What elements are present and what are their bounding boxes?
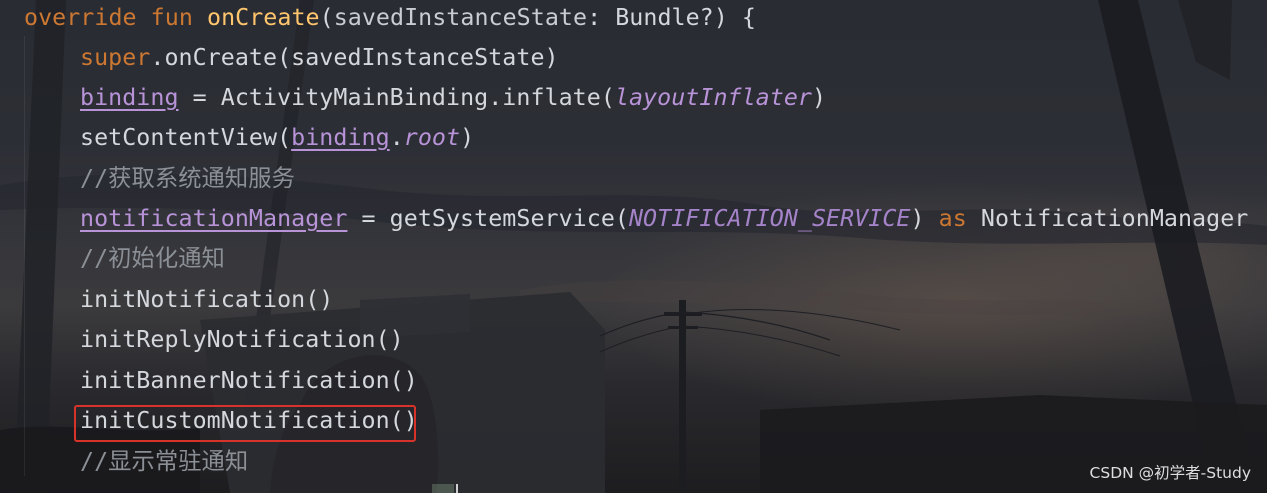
root-ref: root xyxy=(403,124,461,151)
parameter-name: savedInstanceState xyxy=(333,4,588,31)
keyword-override-fun: override fun xyxy=(24,4,207,31)
comment: //显示常驻通知 xyxy=(80,448,249,475)
paren-close: ) xyxy=(910,205,939,232)
comment: //获取系统通知服务 xyxy=(80,165,295,192)
code-editor[interactable]: override fun onCreate(savedInstanceState… xyxy=(0,0,1267,493)
init-notification-call: initNotification() xyxy=(80,286,334,313)
dot: . xyxy=(389,124,404,151)
init-reply-notification-call: initReplyNotification() xyxy=(80,326,404,353)
indent-guide xyxy=(24,36,25,476)
code-fold-marker[interactable] xyxy=(432,484,454,493)
red-highlight-box xyxy=(74,405,416,442)
comment: //初始化通知 xyxy=(80,245,225,272)
binding-property: binding xyxy=(80,84,179,111)
init-banner-notification-call: initBannerNotification() xyxy=(80,367,418,394)
watermark: CSDN @初学者-Study xyxy=(1089,464,1251,482)
super-call: .onCreate(savedInstanceState) xyxy=(150,44,559,71)
binding-property: binding xyxy=(291,124,390,151)
code-line-10[interactable]: initBannerNotification() xyxy=(80,361,418,401)
notification-manager-property: notificationManager xyxy=(80,205,348,232)
layout-inflater-ref: layoutInflater xyxy=(614,84,812,111)
code-line-8[interactable]: initNotification() xyxy=(80,280,333,320)
paren-close: ) xyxy=(460,124,475,151)
code-line-5[interactable]: //获取系统通知服务 xyxy=(80,159,295,199)
signature-rest: : Bundle?) { xyxy=(587,4,756,31)
keyword-super: super xyxy=(80,44,151,71)
notification-service-constant: NOTIFICATION_SERVICE xyxy=(628,205,911,232)
text-cursor xyxy=(456,484,458,493)
get-system-service-call: = getSystemService( xyxy=(347,205,629,232)
code-line-4[interactable]: setContentView(binding.root) xyxy=(80,118,474,158)
code-line-7[interactable]: //初始化通知 xyxy=(80,239,225,279)
paren-open: ( xyxy=(319,4,334,31)
code-line-2[interactable]: super.onCreate(savedInstanceState) xyxy=(80,38,559,78)
function-name: onCreate xyxy=(207,4,320,31)
paren-close: ) xyxy=(811,84,827,111)
code-line-9[interactable]: initReplyNotification() xyxy=(80,320,404,360)
code-line-6[interactable]: notificationManager = getSystemService(N… xyxy=(80,199,1248,239)
inflate-call: = ActivityMainBinding.inflate( xyxy=(178,84,615,111)
type-name: NotificationManager xyxy=(966,205,1249,232)
keyword-as: as xyxy=(938,205,967,232)
code-line-3[interactable]: binding = ActivityMainBinding.inflate(la… xyxy=(80,78,826,118)
code-line-1[interactable]: override fun onCreate(savedInstanceState… xyxy=(24,0,756,38)
code-line-12[interactable]: //显示常驻通知 xyxy=(80,442,248,482)
set-content-view-call: setContentView( xyxy=(80,124,292,151)
